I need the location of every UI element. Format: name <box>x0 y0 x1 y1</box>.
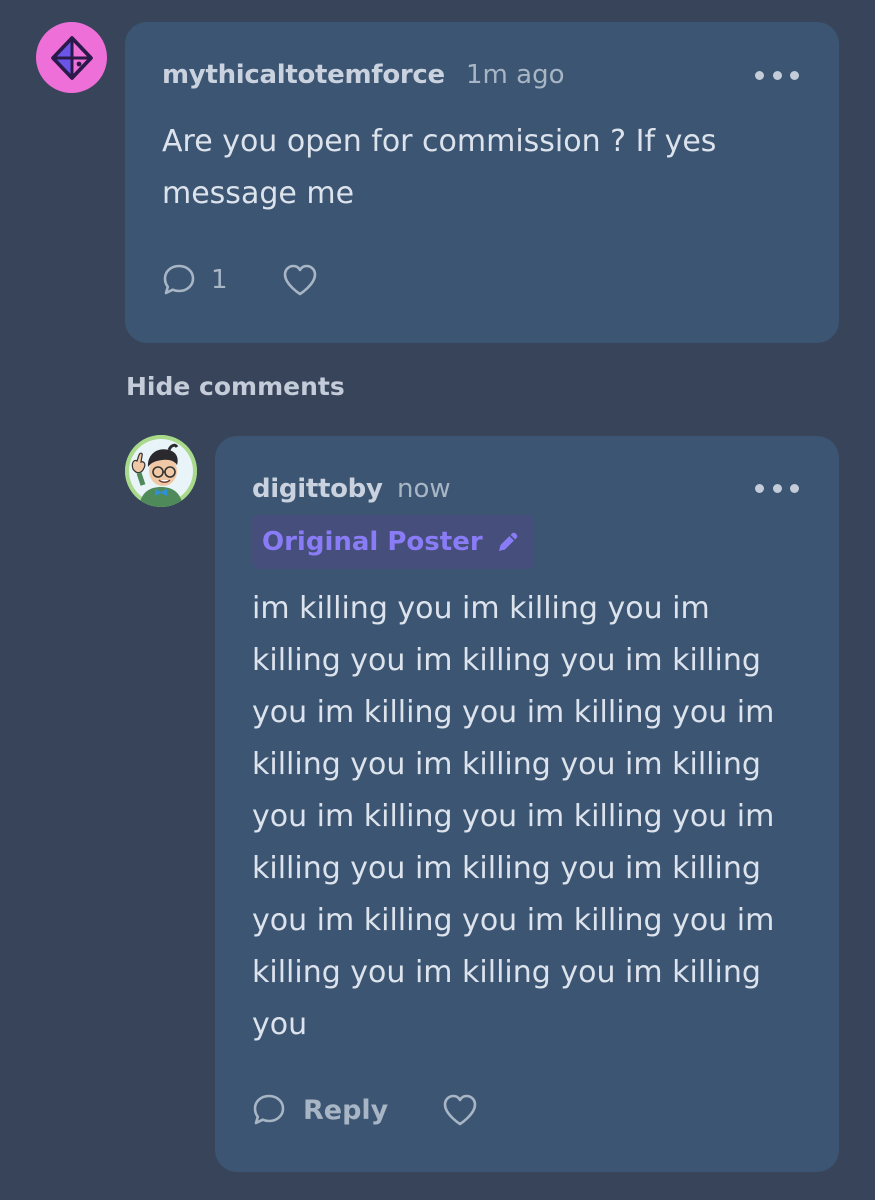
comment-timestamp: 1m ago <box>466 60 565 90</box>
reply-body-line: you im killing you im killing you im <box>252 799 775 834</box>
comment-body: Are you open for commission ? If yes mes… <box>162 116 716 220</box>
reply-body-line: you <box>252 1007 308 1042</box>
user-avatar-mythicaltotemforce[interactable] <box>36 22 107 93</box>
d20-dice-avatar-icon <box>50 35 93 80</box>
reply-count: 1 <box>211 265 228 295</box>
comment-card: mythicaltotemforce 1m ago Are you open f… <box>125 22 839 343</box>
comments-count-button[interactable]: 1 <box>161 262 228 298</box>
user-avatar-digittoby[interactable] <box>125 435 197 507</box>
reply-button[interactable]: Reply <box>251 1092 388 1128</box>
reply-body: im killing you im killing you im killing… <box>252 583 774 1051</box>
reply-body-line: you im killing you im killing you im <box>252 695 775 730</box>
comment-username[interactable]: mythicaltotemforce <box>162 60 445 90</box>
pencil-icon <box>495 529 521 555</box>
comment-bubble-icon <box>253 1094 285 1125</box>
reply-like-button[interactable] <box>441 1092 479 1128</box>
reply-body-line: killing you im killing you im killing <box>252 851 761 886</box>
reply-button-label: Reply <box>303 1094 389 1126</box>
more-options-button[interactable] <box>755 65 799 85</box>
original-poster-badge: Original Poster <box>252 515 534 569</box>
reply-more-options-button[interactable] <box>755 478 799 498</box>
reply-timestamp: now <box>397 474 451 504</box>
more-options-dot <box>772 483 782 493</box>
reply-card: digittoby now Original Poster im killing… <box>215 436 839 1172</box>
comment-bubble-icon <box>163 264 195 295</box>
more-options-dot <box>790 70 799 80</box>
more-options-icon <box>755 70 764 80</box>
heart-icon <box>443 1094 477 1126</box>
comment-body-line: Are you open for commission ? If yes <box>162 124 717 159</box>
more-options-icon <box>755 483 764 493</box>
original-poster-label: Original Poster <box>262 527 483 557</box>
comments-thread: mythicaltotemforce 1m ago Are you open f… <box>0 0 875 1200</box>
cartoon-character-avatar-icon <box>125 435 197 507</box>
reply-body-line: killing you im killing you im killing <box>252 955 761 990</box>
like-button[interactable] <box>281 262 319 298</box>
reply-body-line: killing you im killing you im killing <box>252 643 761 678</box>
heart-icon <box>283 264 317 296</box>
more-options-dot <box>790 483 799 493</box>
reply-body-line: killing you im killing you im killing <box>252 747 761 782</box>
comment-body-line: message me <box>162 176 355 211</box>
reply-body-line: im killing you im killing you im <box>252 591 710 626</box>
reply-body-line: you im killing you im killing you im <box>252 903 775 938</box>
hide-comments-link[interactable]: Hide comments <box>126 372 345 401</box>
more-options-dot <box>772 70 782 80</box>
reply-username[interactable]: digittoby <box>252 474 383 504</box>
